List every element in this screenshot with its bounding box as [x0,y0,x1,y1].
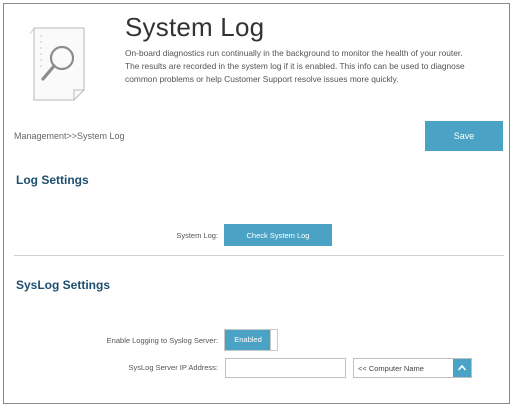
log-settings-title: Log Settings [16,173,89,187]
system-log-label: System Log: [176,231,218,240]
page-description: On-board diagnostics run continually in … [125,48,465,84]
computer-name-select-value: << Computer Name [358,364,424,373]
syslog-ip-input[interactable] [225,358,346,378]
breadcrumb: Management>>System Log [14,131,125,141]
enable-syslog-toggle[interactable]: Enabled [224,329,278,351]
section-divider [14,255,504,256]
document-magnifier-icon [29,27,85,101]
toggle-state-label: Enabled [225,330,271,350]
page-title: System Log [125,12,265,42]
check-system-log-button[interactable]: Check System Log [224,224,332,246]
syslog-settings-title: SysLog Settings [16,278,111,292]
enable-syslog-label: Enable Logging to Syslog Server: [106,336,218,345]
page-frame: System Log On-board diagnostics run cont… [3,3,510,404]
computer-name-select[interactable]: << Computer Name [353,358,472,378]
chevron-up-icon[interactable] [453,359,471,377]
syslog-ip-label: SysLog Server IP Address: [128,363,219,372]
toggle-knob [270,330,277,350]
save-button[interactable]: Save [425,121,503,151]
